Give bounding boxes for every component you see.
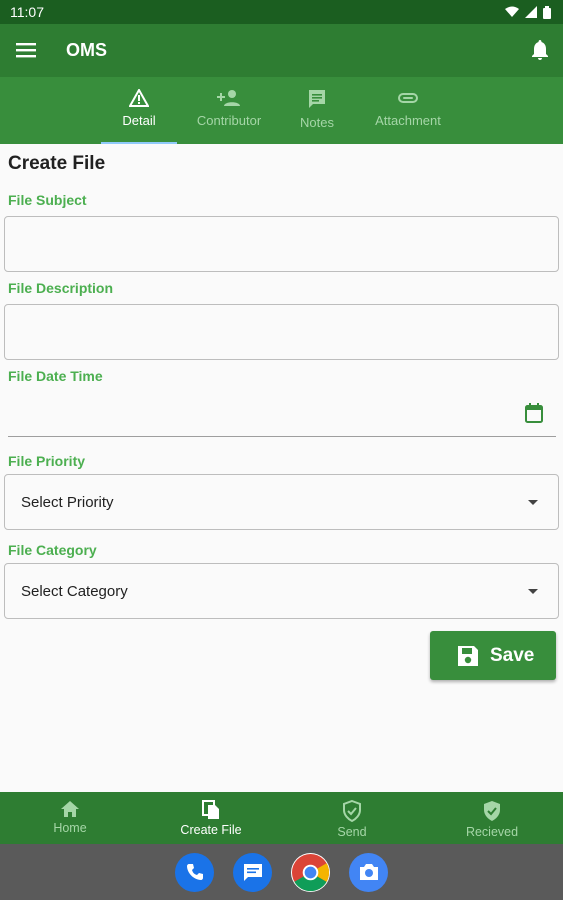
file-subject-field[interactable] (4, 216, 559, 272)
file-date-time-field[interactable] (8, 389, 556, 437)
file-description-label: File Description (8, 280, 114, 296)
create-file-form: Create File File Subject File Descriptio… (0, 144, 563, 792)
nav-item-home[interactable]: Home (36, 792, 104, 844)
tab-label: Contributor (196, 113, 262, 128)
file-description-field[interactable] (4, 304, 559, 360)
nav-item-recieved[interactable]: Recieved (452, 792, 532, 844)
file-date-time-label: File Date Time (8, 368, 103, 384)
tab-bar: Detail Contributor Notes Attachment (0, 76, 563, 145)
save-label: Save (490, 644, 535, 666)
nav-label: Home (53, 821, 87, 835)
warning-icon (129, 89, 149, 107)
file-category-select[interactable]: Select Category (4, 563, 559, 619)
chrome-app-icon[interactable] (291, 852, 330, 892)
file-category-label: File Category (8, 542, 97, 558)
home-icon (61, 801, 79, 817)
attachment-icon (398, 93, 418, 103)
nav-item-send[interactable]: Send (318, 792, 386, 844)
menu-icon[interactable] (16, 42, 36, 58)
priority-selected-value: Select Priority (21, 493, 114, 511)
app-bar: OMS (0, 24, 563, 76)
tab-label: Detail (122, 113, 156, 128)
status-time: 11:07 (10, 4, 44, 20)
nav-item-create-file[interactable]: Create File (170, 792, 252, 844)
save-button[interactable]: Save (430, 631, 556, 680)
save-icon (458, 645, 478, 666)
bell-icon[interactable] (531, 40, 549, 60)
battery-icon (543, 5, 551, 19)
phone-app-icon[interactable] (175, 852, 214, 892)
app-title: OMS (66, 39, 108, 60)
verified-icon (484, 801, 500, 821)
file-description-input[interactable] (5, 305, 558, 359)
status-icons (505, 5, 551, 19)
page-title: Create File (8, 153, 106, 174)
file-priority-label: File Priority (8, 453, 86, 469)
signal-icon (525, 6, 537, 18)
chevron-down-icon (528, 499, 538, 505)
messages-app-icon[interactable] (233, 852, 272, 892)
file-subject-input[interactable] (5, 217, 558, 271)
tab-attachment[interactable]: Attachment (362, 77, 454, 145)
person-add-icon (217, 90, 240, 106)
bottom-navigation: Home Create File Send Recieved (0, 792, 563, 844)
tab-detail[interactable]: Detail (101, 77, 177, 145)
camera-app-icon[interactable] (349, 852, 388, 892)
tab-contributor[interactable]: Contributor (186, 77, 272, 145)
file-subject-label: File Subject (8, 192, 87, 208)
tab-label: Notes (300, 115, 334, 130)
calendar-icon[interactable] (524, 403, 544, 423)
note-icon (309, 90, 325, 108)
nav-label: Create File (180, 823, 242, 837)
category-selected-value: Select Category (21, 582, 128, 600)
tab-label: Attachment (375, 113, 441, 128)
wifi-icon (505, 6, 519, 17)
status-bar: 11:07 (0, 0, 563, 24)
nav-label: Recieved (465, 825, 519, 839)
shield-check-icon (343, 800, 361, 822)
chevron-down-icon (528, 588, 538, 594)
tab-notes[interactable]: Notes (287, 77, 347, 145)
file-priority-select[interactable]: Select Priority (4, 474, 559, 530)
nav-label: Send (337, 825, 367, 839)
system-dock (0, 844, 563, 900)
copy-file-icon (202, 800, 219, 819)
